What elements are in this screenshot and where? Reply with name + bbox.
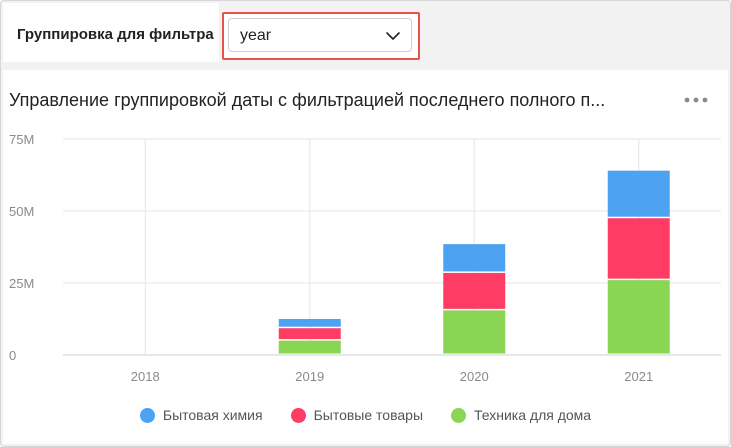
dashboard-frame: Группировка для фильтра year Управление …: [0, 0, 731, 447]
select-highlight: year: [222, 12, 420, 60]
y-tick-label: 25M: [9, 276, 34, 291]
grouping-select[interactable]: year: [228, 18, 412, 52]
legend-dot: [451, 407, 467, 423]
legend-label: Бытовые товары: [313, 407, 424, 423]
bar-segment: [607, 280, 670, 354]
x-tick-label: 2018: [131, 369, 160, 384]
legend-item[interactable]: Бытовая химия: [139, 403, 263, 427]
y-tick-label: 50M: [9, 204, 34, 219]
legend-label: Техника для дома: [474, 407, 592, 423]
filter-label-box: Группировка для фильтра: [3, 3, 219, 62]
chart-card: Управление группировкой даты с фильтраци…: [3, 70, 728, 444]
x-tick-label: 2019: [295, 369, 324, 384]
bar-segment: [278, 328, 341, 340]
bar-segment: [443, 244, 506, 272]
bar-segment: [607, 218, 670, 279]
grouping-select-value: year: [240, 27, 272, 44]
y-tick-label: 75M: [9, 132, 34, 147]
bar-segment: [278, 319, 341, 327]
legend-dot: [139, 407, 155, 423]
legend-dot: [290, 407, 306, 423]
stacked-bar-chart: 0 25M 50M 75M 2018 2019 2020 2021: [9, 132, 721, 384]
bar-segment: [607, 170, 670, 217]
chevron-down-icon: [386, 32, 400, 40]
x-tick-label: 2020: [460, 369, 489, 384]
legend-label: Бытовая химия: [162, 407, 263, 423]
filter-bar: Группировка для фильтра year: [1, 1, 730, 67]
bar-segment: [443, 272, 506, 309]
chart-legend: Бытовая химия Бытовые товары Техника для д…: [3, 403, 728, 427]
x-tick-label: 2021: [624, 369, 653, 384]
legend-item[interactable]: Техника для дома: [451, 403, 591, 427]
filter-label: Группировка для фильтра: [17, 26, 214, 43]
y-tick-label: 0: [9, 348, 16, 363]
bar-segment: [278, 340, 341, 354]
legend-item[interactable]: Бытовые товары: [290, 403, 424, 427]
bar-segment: [443, 310, 506, 354]
